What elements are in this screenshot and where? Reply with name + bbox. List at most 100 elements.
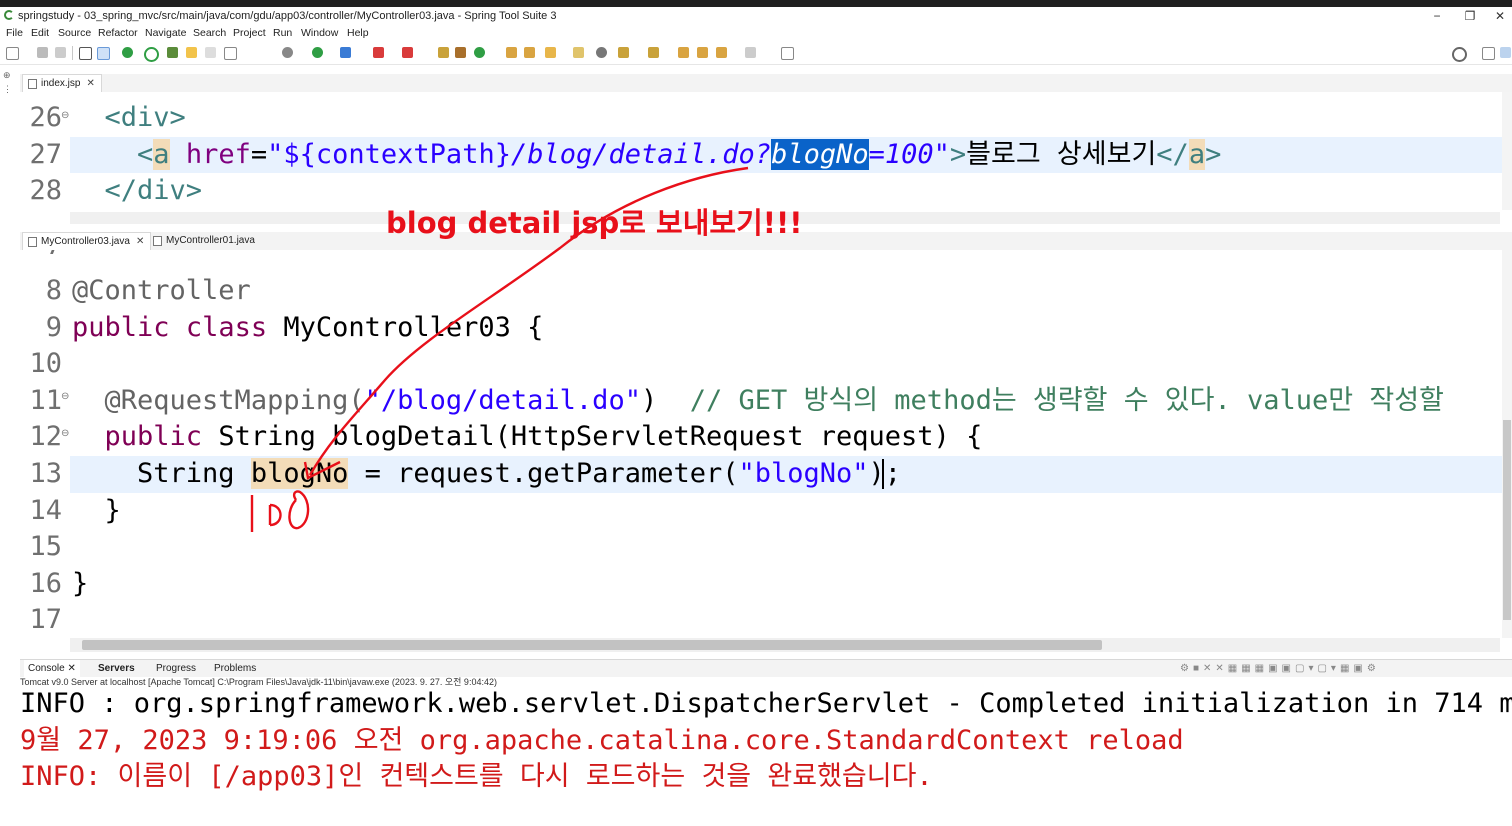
code-token: @RequestMapping(: [104, 384, 365, 416]
pin-icon[interactable]: [596, 47, 607, 58]
open-task-icon[interactable]: [524, 47, 535, 58]
pilcrow-icon[interactable]: [241, 47, 252, 58]
open-type-icon[interactable]: [506, 47, 517, 58]
code-token: blogNo: [771, 138, 869, 170]
code-token: public: [104, 421, 203, 453]
window-title: springstudy - 03_spring_mvc/src/main/jav…: [18, 10, 557, 22]
last-edit-icon[interactable]: [678, 47, 689, 58]
menu-edit[interactable]: Edit: [31, 25, 49, 42]
code-line[interactable]: public class MyController03 {: [72, 310, 543, 346]
close-icon[interactable]: ✕: [136, 236, 144, 247]
next-annotation-icon[interactable]: [618, 47, 629, 58]
search-tool-icon[interactable]: [545, 47, 556, 58]
forward-icon[interactable]: [745, 47, 756, 58]
code-token: 블로그 상세보기: [966, 138, 1157, 170]
menu-bar: File Edit Source Refactor Navigate Searc…: [0, 25, 1512, 42]
tab-servers[interactable]: Servers: [98, 660, 135, 677]
debug-run-icon[interactable]: [282, 47, 293, 58]
close-icon[interactable]: ✕: [86, 78, 94, 89]
line-number: 8: [45, 275, 62, 306]
new-class-icon[interactable]: [474, 47, 485, 58]
new-icon[interactable]: [6, 47, 19, 60]
debug-icon[interactable]: [122, 47, 133, 58]
save-all-icon[interactable]: [55, 47, 66, 58]
menu-file[interactable]: File: [6, 25, 23, 42]
terminal-icon[interactable]: [79, 47, 92, 60]
menu-search[interactable]: Search: [193, 25, 226, 42]
code-token: a: [153, 138, 170, 170]
external-link-icon[interactable]: [781, 47, 794, 60]
fold-toggle-icon[interactable]: ⊖: [61, 110, 69, 121]
menu-window[interactable]: Window: [301, 25, 338, 42]
tab-mycontroller01[interactable]: MyController01.java: [148, 232, 261, 250]
horizontal-scrollbar-main[interactable]: [70, 638, 1500, 652]
prev-annotation-icon[interactable]: [648, 47, 659, 58]
menu-project[interactable]: Project: [233, 25, 266, 42]
java-file-icon: [28, 237, 37, 247]
new-java-project-icon[interactable]: [438, 47, 449, 58]
tab-progress[interactable]: Progress: [156, 660, 196, 677]
code-line[interactable]: }: [72, 566, 88, 602]
new-package-icon[interactable]: [455, 47, 466, 58]
block-icon[interactable]: [224, 47, 237, 60]
maximize-button[interactable]: ❐: [1455, 7, 1485, 25]
fold-toggle-icon[interactable]: ⊖: [61, 428, 69, 439]
edit-icon[interactable]: [186, 47, 197, 58]
format-icon[interactable]: [205, 47, 216, 58]
console-line: INFO : org.springframework.web.servlet.D…: [20, 688, 1512, 719]
tab-console[interactable]: Console ✕: [24, 660, 80, 677]
code-token: class: [185, 311, 268, 343]
app-icon: [4, 10, 14, 20]
spring-icon[interactable]: [167, 47, 178, 58]
code-line[interactable]: @Controller: [72, 273, 251, 309]
code-token: "/blog/detail.do": [364, 384, 641, 416]
external-tools-icon[interactable]: [402, 47, 413, 58]
close-button[interactable]: ✕: [1485, 7, 1512, 25]
stop-icon[interactable]: [373, 47, 384, 58]
code-line[interactable]: String blogNo = request.getParameter("bl…: [72, 456, 901, 492]
line-number: 26: [29, 102, 62, 133]
code-token: "blogNo": [738, 458, 869, 489]
fold-toggle-icon[interactable]: ⊖: [61, 391, 69, 402]
vertical-scrollbar-top[interactable]: [1502, 92, 1512, 210]
menu-run[interactable]: Run: [273, 25, 292, 42]
code-token: href: [185, 138, 251, 170]
back-icon[interactable]: [697, 47, 708, 58]
search-icon[interactable]: [1452, 47, 1467, 62]
line-number: 14: [29, 494, 62, 526]
vertical-scrollbar-main[interactable]: [1502, 250, 1512, 638]
open-perspective-icon[interactable]: [1482, 47, 1495, 60]
code-editor-top[interactable]: 26 <div> 27 <a href="${contextPath}/blog/…: [20, 92, 1502, 210]
tab-mycontroller03[interactable]: MyController03.java ✕: [22, 232, 152, 251]
code-line[interactable]: </div>: [72, 173, 203, 209]
code-editor-main[interactable]: 8 @Controller 9 public class MyController03…: [20, 250, 1502, 638]
java-perspective-icon[interactable]: [1500, 47, 1511, 58]
menu-help[interactable]: Help: [347, 25, 369, 42]
code-token: public: [72, 311, 170, 343]
console-output[interactable]: INFO : org.springframework.web.servlet.D…: [20, 688, 1512, 826]
menu-refactor[interactable]: Refactor: [98, 25, 138, 42]
code-line[interactable]: <div>: [72, 100, 186, 136]
code-line[interactable]: <a href="${contextPath}/blog/detail.do?b…: [72, 137, 1221, 173]
code-line[interactable]: @RequestMapping("/blog/detail.do") // GE…: [72, 383, 1444, 419]
code-token: );: [868, 458, 902, 489]
save-icon[interactable]: [37, 47, 48, 58]
tab-index-jsp[interactable]: index.jsp ✕: [22, 74, 102, 93]
annotation-icon[interactable]: [573, 47, 584, 58]
tab-problems[interactable]: Problems: [214, 660, 256, 677]
code-line[interactable]: public String blogDetail(HttpServletRequ…: [72, 419, 983, 455]
menu-navigate[interactable]: Navigate: [145, 25, 186, 42]
code-token: }: [72, 567, 89, 599]
tab-label: index.jsp: [41, 78, 81, 89]
console-toolbar[interactable]: ⚙■✕✕▦▦▦▣▣▢▾▢▾▦▣⚙: [1180, 660, 1380, 677]
menu-source[interactable]: Source: [58, 25, 91, 42]
back-history-icon[interactable]: [716, 47, 727, 58]
refresh-icon[interactable]: [144, 47, 159, 62]
minimize-button[interactable]: −: [1422, 7, 1452, 25]
run-icon[interactable]: [312, 47, 323, 58]
coverage-icon[interactable]: [340, 47, 351, 58]
line-number: 27: [29, 138, 62, 170]
code-line[interactable]: }: [72, 493, 121, 529]
toggle-mark-icon[interactable]: [97, 47, 110, 60]
